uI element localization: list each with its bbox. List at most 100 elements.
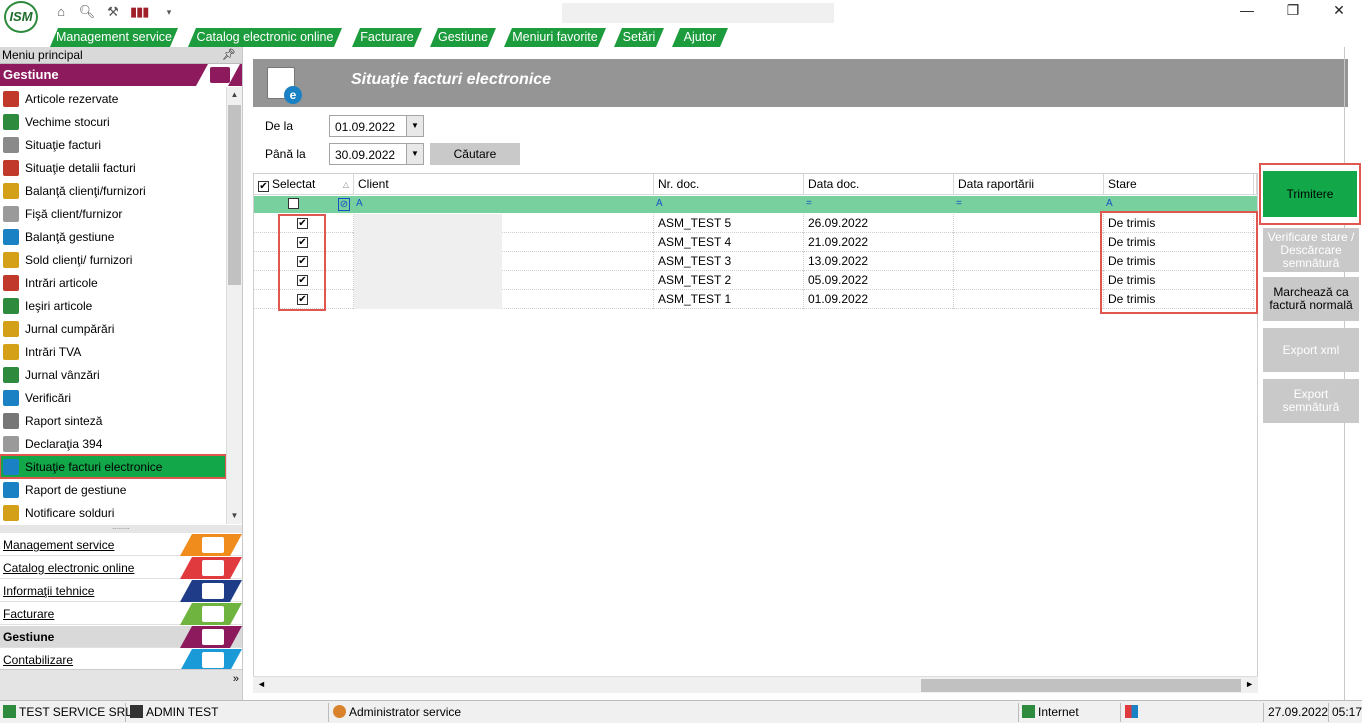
verify-status-button[interactable]: Verificare stare / Descărcare semnătură <box>1263 228 1359 272</box>
expand-icon[interactable]: » <box>233 674 239 685</box>
sidebar-item[interactable]: Articole rezervate <box>0 87 226 110</box>
menu-gestiune[interactable]: Gestiune <box>430 28 496 47</box>
filter-data-doc-icon[interactable]: = <box>806 198 812 211</box>
sidebar-item[interactable]: Sold clienţi/ furnizori <box>0 248 226 271</box>
chevron-down-icon[interactable]: ▼ <box>406 116 423 136</box>
cell-nr-doc: ASM_TEST 3 <box>654 252 804 271</box>
select-all-checkbox[interactable]: ✔ <box>258 181 269 192</box>
scroll-left-icon[interactable]: ◄ <box>257 679 266 689</box>
sidebar-item[interactable]: Balanţă gestiune <box>0 225 226 248</box>
sidebar-item-label: Balanţă gestiune <box>25 229 115 244</box>
tools-icon[interactable]: ⚒ <box>104 4 122 20</box>
sidebar-item[interactable]: Raport de gestiune <box>0 478 226 501</box>
module-tab[interactable]: Catalog electronic online <box>0 557 242 579</box>
status-time: 05:17 <box>1332 705 1362 719</box>
module-tab[interactable]: Contabilizare <box>0 649 242 671</box>
menu-item-icon <box>3 320 19 337</box>
cell-data-raportarii <box>954 290 1104 309</box>
sidebar-item[interactable]: Situaţie facturi <box>0 133 226 156</box>
module-tab[interactable]: Management service <box>0 534 242 556</box>
scrollbar-thumb[interactable] <box>228 105 241 285</box>
chevron-down-icon[interactable]: ▼ <box>406 144 423 164</box>
column-header-data-doc[interactable]: Data doc. <box>804 174 954 195</box>
cell-data-doc: 26.09.2022 <box>804 214 954 233</box>
module-tab[interactable]: Gestiune <box>0 626 242 648</box>
menu-catalog-electronic[interactable]: Catalog electronic online <box>188 28 342 47</box>
sort-icon[interactable]: △ <box>343 174 349 195</box>
sidebar-item-label: Articole rezervate <box>25 91 119 106</box>
scrollbar-thumb[interactable] <box>921 679 1241 692</box>
menu-scrollbar[interactable]: ▲ ▼ <box>226 87 242 524</box>
restore-icon[interactable]: ❐ <box>1270 0 1316 22</box>
company-name: TEST SERVICE SRL <box>19 705 132 719</box>
menu-management-service[interactable]: Management service <box>50 28 178 47</box>
scroll-down-icon[interactable]: ▼ <box>227 508 242 524</box>
sidebar-item[interactable]: Verificări <box>0 386 226 409</box>
barcode-icon[interactable]: ▮▮▮ <box>130 4 149 20</box>
sidebar-item[interactable]: Intrări TVA <box>0 340 226 363</box>
dropdown-arrow-icon[interactable]: ▾ <box>160 4 178 20</box>
module-icon <box>180 626 242 648</box>
sidebar-item[interactable]: Situaţie facturi electronice <box>0 454 227 479</box>
minimize-icon[interactable]: — <box>1224 0 1270 22</box>
menu-facturare[interactable]: Facturare <box>352 28 422 47</box>
column-header-client[interactable]: Client <box>354 174 654 195</box>
menu-item-icon <box>3 90 19 107</box>
module-tab[interactable]: Facturare <box>0 603 242 625</box>
scroll-up-icon[interactable]: ▲ <box>227 87 242 103</box>
sidebar-item[interactable]: Situaţie detalii facturi <box>0 156 226 179</box>
sidebar-item[interactable]: Declaraţia 394 <box>0 432 226 455</box>
column-header-data-raportarii[interactable]: Data raportării <box>954 174 1104 195</box>
cell-data-raportarii <box>954 214 1104 233</box>
filter-nr-doc-icon[interactable]: A <box>656 198 663 211</box>
column-header-selectat[interactable]: ✔ Selectat △ <box>254 174 354 195</box>
stare-highlight <box>1100 211 1258 314</box>
sidebar-item[interactable]: Fişă client/furnizor <box>0 202 226 225</box>
sidebar-item-label: Verificări <box>25 390 72 405</box>
to-date-combo[interactable]: 30.09.2022 ▼ <box>329 143 424 165</box>
pin-icon[interactable]: 📌︎ <box>222 47 236 63</box>
grid-horizontal-scrollbar[interactable]: ◄ ► <box>253 676 1258 693</box>
section-header[interactable]: Gestiune <box>0 64 242 86</box>
filter-checkbox[interactable] <box>288 198 299 209</box>
sidebar-item[interactable]: Ieşiri articole <box>0 294 226 317</box>
module-label: Facturare <box>3 607 55 621</box>
sidebar-item[interactable]: Balanţă clienţi/furnizori <box>0 179 226 202</box>
export-signature-button[interactable]: Export semnătură <box>1263 379 1359 423</box>
menu-item-icon <box>3 251 19 268</box>
module-tab[interactable]: Informaţii tehnice <box>0 580 242 602</box>
column-header-stare[interactable]: Stare <box>1104 174 1254 195</box>
home-icon[interactable]: ⌂ <box>52 4 70 20</box>
filter-stare-icon[interactable]: A <box>1106 198 1113 211</box>
close-icon[interactable]: ✕ <box>1316 0 1362 22</box>
export-xml-button[interactable]: Export xml <box>1263 328 1359 372</box>
sidebar-item[interactable]: Vechime stocuri <box>0 110 226 133</box>
menu-ajutor[interactable]: Ajutor <box>672 28 728 47</box>
app-logo: ISM <box>4 1 38 33</box>
filter-edit-icon[interactable]: ⊘ <box>338 198 350 211</box>
send-button[interactable]: Trimitere <box>1263 171 1357 217</box>
filter-data-raportarii-icon[interactable]: = <box>956 198 962 211</box>
search-button[interactable]: Căutare <box>430 143 520 165</box>
from-label: De la <box>265 119 294 133</box>
sidebar-item-label: Vechime stocuri <box>25 114 110 129</box>
panel-splitter[interactable]: ......... <box>0 524 242 533</box>
column-header-nr-doc[interactable]: Nr. doc. <box>654 174 804 195</box>
sidebar-item[interactable]: Intrări articole <box>0 271 226 294</box>
sidebar-item[interactable]: Jurnal cumpărări <box>0 317 226 340</box>
gestiune-module-icon <box>196 64 240 86</box>
search-icon[interactable]: 🔍︎ <box>78 4 96 20</box>
globe-icon <box>1022 705 1035 718</box>
filter-client-icon[interactable]: A <box>356 198 363 211</box>
column-header-extra[interactable] <box>1254 174 1257 195</box>
sidebar-item[interactable]: Raport sinteză <box>0 409 226 432</box>
sidebar-item[interactable]: Jurnal vânzări <box>0 363 226 386</box>
menu-setari[interactable]: Setări <box>614 28 664 47</box>
menu-item-icon <box>3 412 19 429</box>
from-date-combo[interactable]: 01.09.2022 ▼ <box>329 115 424 137</box>
sidebar-item[interactable]: Notificare solduri <box>0 501 226 524</box>
menu-meniuri-favorite[interactable]: Meniuri favorite <box>504 28 606 47</box>
scroll-right-icon[interactable]: ► <box>1245 679 1254 689</box>
cell-data-doc: 13.09.2022 <box>804 252 954 271</box>
mark-normal-button[interactable]: Marchează ca factură normală <box>1263 277 1359 321</box>
